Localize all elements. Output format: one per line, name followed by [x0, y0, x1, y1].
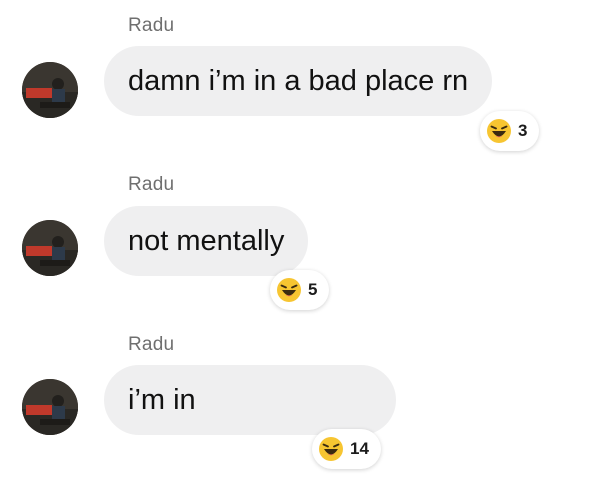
reaction-count: 5	[308, 280, 318, 299]
reaction-count: 14	[350, 439, 369, 458]
laughing-emoji-icon	[276, 277, 302, 303]
avatar[interactable]	[22, 220, 78, 276]
laughing-emoji-icon	[486, 118, 512, 144]
laughing-emoji-icon	[318, 436, 344, 462]
sender-name: Radu	[128, 174, 175, 195]
sender-name: Radu	[128, 334, 175, 355]
message-text: damn i’m in a bad place rn	[128, 64, 469, 97]
avatar[interactable]	[22, 379, 78, 435]
reaction-badge[interactable]: 5	[270, 270, 330, 310]
reaction-count: 3	[518, 121, 528, 140]
reaction-badge[interactable]: 3	[480, 111, 540, 151]
message-text: i’m in	[128, 383, 196, 416]
message-text: not mentally	[128, 224, 285, 257]
message-bubble[interactable]: not mentally	[104, 206, 309, 276]
avatar[interactable]	[22, 62, 78, 118]
message-bubble[interactable]: damn i’m in a bad place rn	[104, 46, 493, 116]
reaction-badge[interactable]: 14	[312, 429, 381, 469]
sender-name: Radu	[128, 15, 175, 36]
message-bubble[interactable]: i’m in	[104, 365, 396, 435]
